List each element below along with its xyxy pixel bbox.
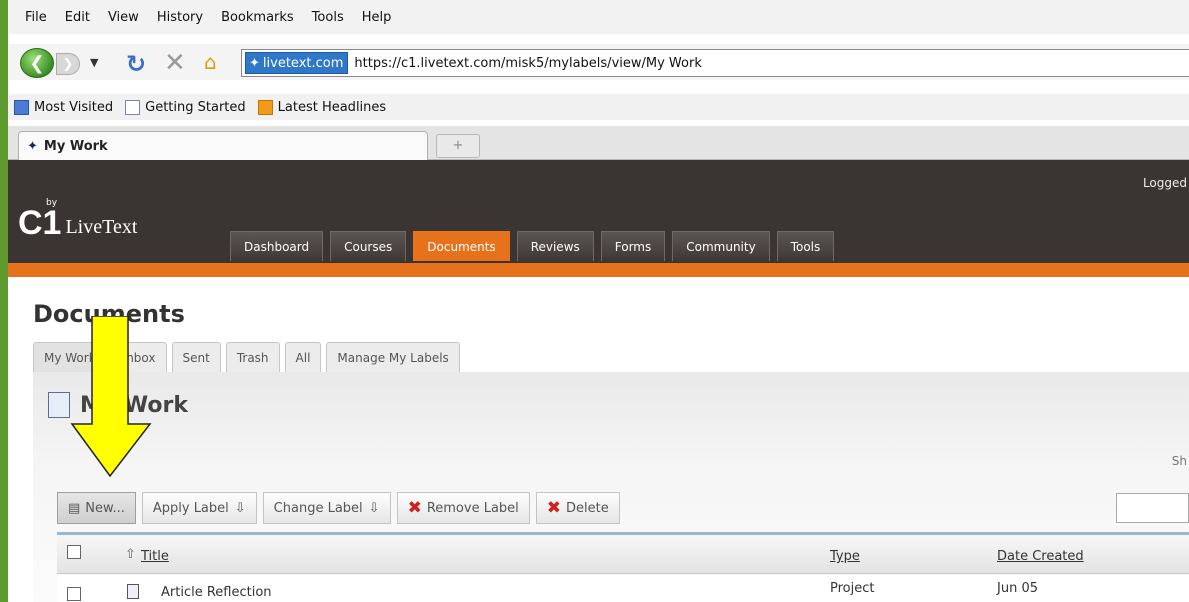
panel-header: My Work	[48, 392, 188, 418]
home-icon[interactable]: ⌂	[204, 50, 217, 74]
red-x-icon: ✖	[407, 498, 422, 518]
subtab-inbox[interactable]: Inbox	[111, 342, 167, 372]
bookmark-label: Getting Started	[145, 99, 246, 115]
c1-livetext-logo[interactable]: C1 by LiveText	[18, 198, 138, 242]
column-title[interactable]: Title	[141, 549, 169, 564]
show-label: Sh	[1171, 454, 1187, 468]
most-visited-icon	[14, 99, 29, 115]
nav-community[interactable]: Community	[672, 231, 770, 261]
history-dropdown-icon[interactable]: ▼	[90, 56, 98, 69]
brand-c1: C1	[18, 204, 62, 242]
table-row[interactable]: Article Reflection Project Jun 05	[57, 575, 1189, 602]
brand-by: by	[46, 198, 58, 208]
change-label-text: Change Label	[273, 500, 363, 516]
menu-file[interactable]: File	[16, 10, 56, 25]
logged-in-text: Logged	[1142, 176, 1187, 190]
forward-button[interactable]: ❯	[56, 53, 80, 75]
livetext-logo-icon: ✦	[249, 55, 260, 71]
row-date-created: Jun 05	[997, 581, 1038, 596]
apply-label-text: Apply Label	[152, 500, 229, 516]
page-title: Documents	[33, 300, 185, 328]
search-input[interactable]	[1116, 493, 1189, 523]
url-text[interactable]: https://c1.livetext.com/misk5/mylabels/v…	[354, 56, 701, 71]
forward-arrow-icon: ❯	[62, 56, 74, 72]
column-date-created[interactable]: Date Created	[997, 549, 1084, 564]
tab-title: My Work	[43, 138, 108, 154]
back-button[interactable]: ❮	[20, 48, 54, 78]
plus-icon: +	[452, 138, 464, 153]
new-document-icon: ▤	[68, 500, 81, 516]
subtab-trash[interactable]: Trash	[225, 342, 280, 372]
delete-button[interactable]: ✖ Delete	[535, 492, 620, 524]
menu-bookmarks[interactable]: Bookmarks	[212, 10, 303, 25]
nav-courses[interactable]: Courses	[330, 231, 407, 261]
back-arrow-icon: ❮	[29, 52, 45, 74]
screenshot-root: File Edit View History Bookmarks Tools H…	[0, 0, 1189, 602]
apply-label-button[interactable]: Apply Label ⇩	[141, 492, 257, 524]
browser-menu-bar: File Edit View History Bookmarks Tools H…	[8, 0, 1189, 34]
column-type[interactable]: Type	[830, 549, 860, 564]
new-button-label: New...	[85, 500, 125, 516]
document-icon	[127, 584, 139, 599]
menu-edit[interactable]: Edit	[56, 10, 99, 25]
select-all-checkbox[interactable]	[67, 545, 81, 559]
main-nav: Dashboard Courses Documents Reviews Form…	[230, 231, 841, 261]
red-x-icon: ✖	[546, 498, 562, 518]
stop-icon[interactable]: ✕	[164, 48, 186, 78]
page-icon	[125, 99, 141, 115]
panel-title: My Work	[80, 392, 188, 418]
nav-tools[interactable]: Tools	[776, 231, 835, 261]
down-arrow-icon: ⇩	[368, 500, 380, 516]
nav-documents[interactable]: Documents	[413, 231, 510, 261]
row-title[interactable]: Article Reflection	[161, 585, 272, 600]
down-arrow-icon: ⇩	[234, 500, 246, 516]
url-bar[interactable]: ✦ livetext.com https://c1.livetext.com/m…	[241, 49, 1189, 77]
browser-nav-bar: ❮ ❯ ▼ ↻ ✕ ⌂ ✦ livetext.com https://c1.li…	[8, 44, 1189, 80]
subtab-all[interactable]: All	[284, 342, 322, 372]
header-accent-bar	[8, 263, 1189, 277]
rss-icon	[257, 99, 273, 115]
app-header: Logged C1 by LiveText Dashboard Courses …	[8, 160, 1189, 263]
window-left-edge	[0, 0, 8, 602]
subtab-sent[interactable]: Sent	[171, 342, 221, 372]
row-checkbox[interactable]	[67, 587, 81, 601]
browser-tab-my-work[interactable]: ✦ My Work	[18, 131, 428, 160]
bookmark-most-visited[interactable]: Most Visited	[14, 99, 114, 115]
subtab-manage-labels[interactable]: Manage My Labels	[326, 342, 460, 372]
reload-icon[interactable]: ↻	[126, 50, 146, 78]
remove-label-button[interactable]: ✖ Remove Label	[396, 492, 530, 524]
change-label-button[interactable]: Change Label ⇩	[262, 492, 391, 524]
site-identity-badge[interactable]: ✦ livetext.com	[245, 52, 349, 74]
brand-livetext: LiveText	[65, 216, 138, 238]
bookmark-label: Most Visited	[34, 99, 114, 115]
subtab-my-work[interactable]: My Work	[33, 342, 107, 372]
nav-dashboard[interactable]: Dashboard	[230, 231, 324, 261]
row-type: Project	[830, 581, 875, 596]
menu-history[interactable]: History	[148, 10, 212, 25]
bookmark-getting-started[interactable]: Getting Started	[125, 99, 246, 115]
document-toolbar: ▤ New... Apply Label ⇩ Change Label ⇩ ✖ …	[57, 492, 626, 524]
menu-view[interactable]: View	[99, 10, 148, 25]
bookmark-label: Latest Headlines	[277, 99, 387, 115]
sort-up-icon[interactable]: ⇧	[125, 547, 136, 562]
bookmark-latest-headlines[interactable]: Latest Headlines	[257, 99, 387, 115]
remove-label-text: Remove Label	[426, 500, 519, 516]
site-badge-label: livetext.com	[262, 55, 344, 71]
nav-reviews[interactable]: Reviews	[516, 231, 594, 261]
table-header: ⇧ Title Type Date Created	[57, 532, 1189, 574]
browser-tab-strip: ✦ My Work +	[8, 126, 1189, 160]
nav-forms[interactable]: Forms	[600, 231, 666, 261]
documents-icon	[48, 392, 70, 418]
menu-help[interactable]: Help	[353, 10, 401, 25]
delete-text: Delete	[566, 500, 609, 516]
menu-tools[interactable]: Tools	[303, 10, 353, 25]
new-button[interactable]: ▤ New...	[57, 492, 136, 524]
documents-subtabs: My Work Inbox Sent Trash All Manage My L…	[33, 342, 465, 372]
livetext-favicon-icon: ✦	[27, 138, 38, 154]
new-tab-button[interactable]: +	[436, 134, 480, 158]
bookmarks-bar: Most Visited Getting Started Latest Head…	[8, 94, 1189, 120]
